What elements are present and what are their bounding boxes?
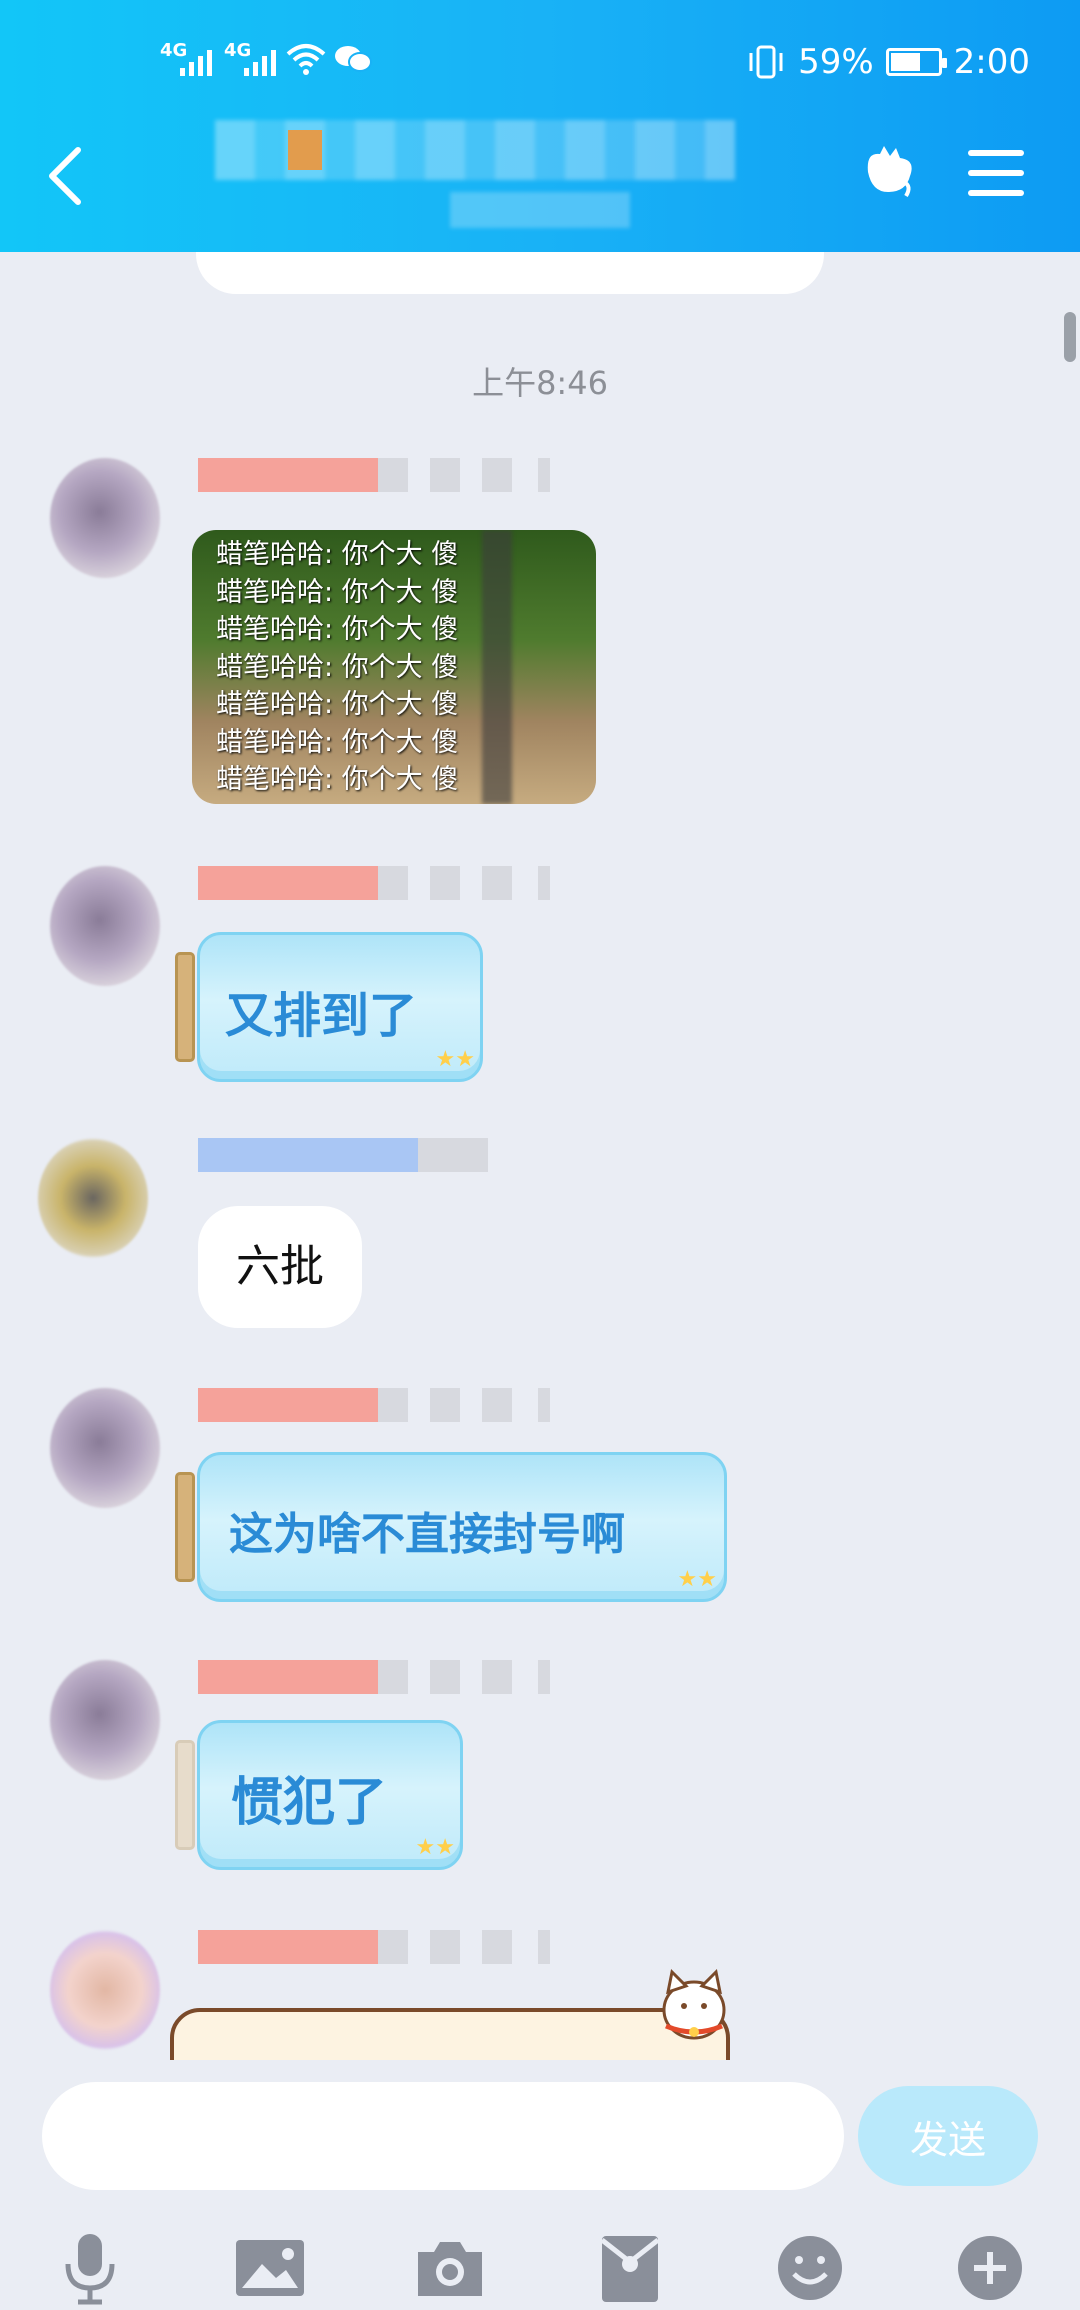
previous-message-bubble [196, 252, 824, 294]
image-icon[interactable] [230, 2228, 310, 2308]
battery-icon [885, 48, 947, 76]
image-text-line: 蜡笔哈哈: 你个大 傻 [216, 614, 459, 645]
message-input[interactable] [42, 2082, 844, 2190]
sender-name-blurred[interactable] [198, 866, 598, 900]
input-area: 发送 [0, 2060, 1080, 2310]
microphone-icon[interactable] [50, 2228, 130, 2308]
input-toolbar [0, 2228, 1080, 2310]
bottle-bubble[interactable]: 惯犯了 ★★ [175, 1720, 465, 1870]
avatar[interactable] [38, 1138, 148, 1258]
star-decoration-icon: ★★ [435, 1047, 475, 1072]
sender-name-blurred[interactable] [198, 458, 598, 492]
sender-name-blurred[interactable] [198, 1388, 598, 1422]
send-button[interactable]: 发送 [858, 2086, 1038, 2186]
bottle-cork [175, 952, 195, 1062]
avatar[interactable] [50, 1388, 160, 1508]
battery-percent: 59% [798, 42, 874, 82]
bottle-bubble[interactable]: 又排到了 ★★ [175, 932, 485, 1082]
bottle-cork [175, 1472, 195, 1582]
wifi-icon [286, 44, 326, 75]
title-emblem-blurred [288, 130, 322, 170]
sender-name-blurred[interactable] [198, 1930, 598, 1964]
message-item: 又排到了 ★★ [0, 862, 1080, 1112]
image-text-line: 蜡笔哈哈: 你个大 傻 [216, 764, 459, 795]
image-text-line: 蜡笔哈哈: 你个大 傻 [216, 651, 459, 683]
status-bar: 4G 4G 59% 2:00 [0, 40, 1080, 90]
signal-icon-2 [244, 46, 276, 76]
message-item: vgo有封号机制吗？ [0, 1926, 1080, 2060]
menu-icon[interactable] [968, 150, 1024, 196]
avatar[interactable] [50, 1660, 160, 1780]
image-text-line: 蜡笔哈哈: 你个大 傻 [216, 689, 459, 720]
red-packet-icon[interactable] [590, 2228, 670, 2308]
message-text: 又排到了 [225, 988, 418, 1044]
image-text-line: 蜡笔哈哈: 你个大 傻 [216, 576, 459, 608]
message-timestamp: 上午8:46 [472, 364, 608, 402]
image-text-lines: 蜡笔哈哈: 你个大 傻 蜡笔哈哈: 你个大 傻 蜡笔哈哈: 你个大 傻 蜡笔哈哈… [216, 536, 516, 799]
vibrate-icon [749, 45, 783, 79]
image-text-line: 蜡笔哈哈: 你个大 傻 [216, 726, 459, 758]
chat-subtitle-blurred [450, 192, 630, 228]
group-mascot-icon[interactable] [860, 142, 920, 202]
avatar[interactable] [50, 458, 160, 578]
image-text-line: 蜡笔哈哈: 你个大 傻 [216, 539, 459, 570]
scroll-message-bubble[interactable]: vgo有封号机制吗？ [170, 2008, 730, 2060]
star-decoration-icon: ★★ [677, 1567, 717, 1592]
message-item: 六批 [0, 1134, 1080, 1364]
chat-scrollbar[interactable] [1064, 312, 1076, 362]
message-item: 这为啥不直接封号啊 ★★ [0, 1384, 1080, 1634]
sender-name-blurred[interactable] [198, 1138, 598, 1172]
bottle-cork [175, 1740, 195, 1850]
avatar[interactable] [50, 1930, 160, 2050]
chat-header: 4G 4G 59% 2:00 [0, 0, 1080, 252]
message-text: vgo有封号机制吗？ [230, 2046, 619, 2060]
image-blur-overlay [482, 530, 512, 804]
clock-time: 2:00 [953, 42, 1030, 82]
wechat-icon [335, 46, 372, 72]
camera-icon[interactable] [410, 2228, 490, 2308]
message-text: 这为啥不直接封号啊 [229, 1509, 625, 1560]
chat-message-list[interactable]: 上午8:46 蜡笔哈哈: 你个大 傻 蜡笔哈哈: 你个大 傻 蜡笔哈哈: 你个大… [0, 252, 1080, 2060]
image-message[interactable]: 蜡笔哈哈: 你个大 傻 蜡笔哈哈: 你个大 傻 蜡笔哈哈: 你个大 傻 蜡笔哈哈… [192, 530, 596, 804]
plus-icon[interactable] [950, 2228, 1030, 2308]
signal-icon-1 [180, 46, 212, 76]
lucky-cat-icon [662, 1968, 726, 2040]
avatar[interactable] [50, 866, 160, 986]
message-text: 惯犯了 [231, 1772, 388, 1833]
emoji-icon[interactable] [770, 2228, 850, 2308]
message-item: 惯犯了 ★★ [0, 1656, 1080, 1906]
message-text-bubble[interactable]: 六批 [198, 1206, 362, 1328]
message-item: 蜡笔哈哈: 你个大 傻 蜡笔哈哈: 你个大 傻 蜡笔哈哈: 你个大 傻 蜡笔哈哈… [0, 450, 1080, 830]
back-arrow-icon[interactable] [44, 146, 84, 206]
star-decoration-icon: ★★ [415, 1835, 455, 1860]
sender-name-blurred[interactable] [198, 1660, 598, 1694]
bottle-bubble[interactable]: 这为啥不直接封号啊 ★★ [175, 1452, 727, 1602]
